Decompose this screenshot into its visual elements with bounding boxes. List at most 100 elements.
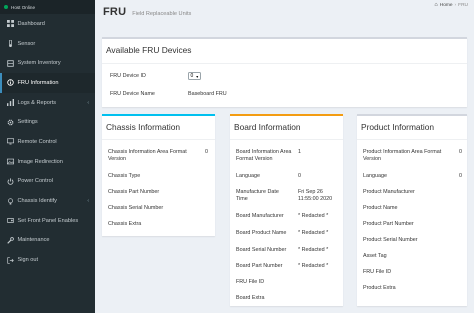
identify-icon	[6, 197, 14, 205]
board-product-name-label: Board Product Name	[236, 230, 287, 236]
inventory-icon	[6, 59, 14, 67]
chevron-down-icon: ▼	[195, 74, 199, 79]
board-language-value: 0	[298, 173, 301, 179]
product-serial-number-label: Product Serial Number	[363, 237, 418, 243]
sidebar-item-front-panel-enables[interactable]: Set Front Panel Enables	[0, 211, 95, 231]
sidebar-item-chassis-identify[interactable]: Chassis Identify ‹	[0, 191, 95, 211]
board-product-name-value: * Redacted *	[298, 230, 329, 236]
sidebar-item-label: FRU Information	[17, 79, 59, 86]
sidebar-item-system-inventory[interactable]: System Inventory	[0, 53, 95, 73]
chassis-type-label: Chassis Type	[108, 173, 141, 179]
sidebar-item-label: Chassis Identify	[17, 198, 57, 205]
host-status-label: Host Online	[11, 4, 36, 10]
board-language-label: Language	[236, 173, 260, 179]
board-serial-number-value: * Redacted *	[298, 247, 329, 253]
breadcrumb-current: FRU	[458, 2, 468, 8]
asset-tag-label: Asset Tag	[363, 253, 387, 259]
board-extra-label: Board Extra	[236, 295, 265, 301]
chevron-left-icon: ‹	[87, 198, 89, 205]
gear-icon	[6, 118, 14, 126]
wrench-icon	[6, 236, 14, 244]
board-format-version-label: Board Information Area Format Version	[236, 149, 292, 162]
panel-top-border	[102, 37, 467, 39]
product-fru-file-id-label: FRU File ID	[363, 269, 392, 275]
sidebar-item-label: Dashboard	[17, 20, 45, 27]
panel-top-border	[102, 114, 215, 116]
home-icon: ⌂	[434, 2, 438, 8]
sidebar-item-label: Logs & Reports	[17, 99, 57, 106]
sidebar-item-settings[interactable]: Settings	[0, 112, 95, 132]
panel-title: Chassis Information	[106, 122, 181, 132]
breadcrumb-separator: ›	[454, 2, 457, 8]
board-manufacturer-value: * Redacted *	[298, 213, 329, 219]
product-part-number-label: Product Part Number	[363, 221, 414, 227]
fru-device-id-select[interactable]: 0 ▼	[188, 72, 201, 80]
fru-device-id-label: FRU Device ID	[110, 73, 146, 79]
sidebar-item-remote-control[interactable]: Remote Control	[0, 132, 95, 152]
breadcrumb: ⌂ Home › FRU	[434, 2, 468, 8]
fru-icon	[6, 79, 14, 87]
board-manufacturer-label: Board Manufacturer	[236, 213, 284, 219]
chassis-information-panel: Chassis Information Chassis Information …	[102, 114, 215, 236]
manufacture-date-time-label: Manufacture Date Time	[236, 189, 279, 202]
sidebar-item-label: Settings	[17, 119, 38, 126]
sidebar-item-label: Power Control	[17, 178, 53, 185]
main-content: FRU Field Replaceable Units ⌂ Home › FRU…	[95, 0, 474, 313]
sidebar-item-label: Sensor	[17, 40, 36, 47]
board-part-number-label: Board Part Number	[236, 263, 283, 269]
chassis-format-version-label: Chassis Information Area Format Version	[108, 149, 187, 162]
page-title: FRU	[103, 6, 127, 18]
manufacture-date-time-value: Fri Sep 26 11:55:00 2020	[298, 189, 333, 202]
breadcrumb-home-link[interactable]: Home	[440, 3, 453, 8]
panel-icon	[6, 217, 14, 225]
logs-icon	[6, 99, 14, 107]
page-subtitle: Field Replaceable Units	[132, 10, 192, 17]
image-icon	[6, 158, 14, 166]
product-information-panel: Product Information Product Information …	[357, 114, 467, 306]
divider	[357, 139, 467, 140]
sidebar-item-label: Remote Control	[17, 138, 57, 145]
board-fru-file-id-label: FRU File ID	[236, 279, 265, 285]
product-extra-label: Product Extra	[363, 285, 396, 291]
host-status: Host Online	[0, 0, 95, 14]
sidebar: Host Online Dashboard Sensor System Inve…	[0, 0, 95, 313]
sidebar-item-label: Image Redirection	[17, 158, 63, 165]
power-icon	[6, 177, 14, 185]
board-part-number-value: * Redacted *	[298, 263, 329, 269]
status-online-icon	[4, 5, 8, 9]
sidebar-item-label: Set Front Panel Enables	[17, 217, 79, 224]
fru-device-id-value: 0	[190, 73, 194, 79]
product-format-version-value: 0	[459, 149, 462, 155]
dashboard-icon	[6, 20, 14, 28]
chassis-serial-number-label: Chassis Serial Number	[108, 205, 164, 211]
board-format-version-value: 1	[298, 149, 301, 155]
board-information-panel: Board Information Board Information Area…	[230, 114, 343, 306]
chassis-format-version-value: 0	[205, 149, 208, 155]
fru-device-name-label: FRU Device Name	[110, 91, 155, 97]
chassis-part-number-label: Chassis Part Number	[108, 189, 160, 195]
panel-top-border	[357, 114, 467, 116]
sidebar-item-image-redirection[interactable]: Image Redirection	[0, 152, 95, 172]
board-serial-number-label: Board Serial Number	[236, 247, 287, 253]
sidebar-item-label: Maintenance	[17, 237, 50, 244]
sidebar-item-logs-reports[interactable]: Logs & Reports ‹	[0, 93, 95, 113]
sidebar-item-fru-information[interactable]: FRU Information	[0, 73, 95, 93]
divider	[102, 139, 215, 140]
divider	[230, 139, 343, 140]
sidebar-item-sensor[interactable]: Sensor	[0, 34, 95, 54]
panel-title: Available FRU Devices	[106, 45, 192, 55]
product-format-version-label: Product Information Area Format Version	[363, 149, 442, 162]
panel-title: Board Information	[234, 122, 301, 132]
available-fru-devices-panel: Available FRU Devices FRU Device ID 0 ▼ …	[102, 37, 467, 107]
product-manufacturer-label: Product Manufacturer	[363, 189, 415, 195]
sidebar-item-label: System Inventory	[17, 60, 61, 67]
sidebar-item-maintenance[interactable]: Maintenance	[0, 231, 95, 251]
sidebar-item-dashboard[interactable]: Dashboard	[0, 14, 95, 34]
divider	[102, 63, 467, 64]
sidebar-item-sign-out[interactable]: Sign out	[0, 250, 95, 270]
signout-icon	[6, 256, 14, 264]
sidebar-item-label: Sign out	[17, 257, 39, 264]
fru-device-name-value: Baseboard FRU	[188, 91, 227, 97]
sidebar-item-power-control[interactable]: Power Control	[0, 172, 95, 192]
product-language-value: 0	[459, 173, 462, 179]
